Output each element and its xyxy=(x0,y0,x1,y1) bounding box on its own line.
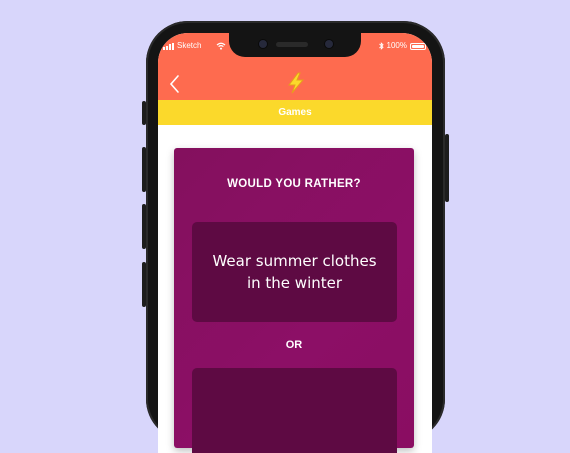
earpiece-speaker xyxy=(276,42,308,47)
status-left: Sketch xyxy=(163,39,226,53)
would-you-rather-card: WOULD YOU RATHER? Wear summer clothes in… xyxy=(174,148,414,453)
bluetooth-icon xyxy=(378,42,384,50)
status-right: 100% xyxy=(378,39,426,53)
camera-notch xyxy=(229,33,361,57)
option-a-text: Wear summer clothes in the winter xyxy=(212,252,377,292)
or-divider: OR xyxy=(285,339,303,351)
tab-games-label: Games xyxy=(278,107,312,118)
tab-games[interactable]: Games xyxy=(158,100,432,125)
signal-icon xyxy=(163,42,174,50)
front-camera-icon xyxy=(259,40,267,48)
volume-up-button xyxy=(142,147,146,192)
mute-switch xyxy=(142,101,146,125)
lightning-bolt-icon xyxy=(288,72,305,94)
battery-percent: 100% xyxy=(386,41,407,50)
wifi-icon xyxy=(217,42,226,50)
phone-screen: Sketch 100% Games WOULD YOU RATHER? Wear… xyxy=(158,33,432,453)
sensor-icon xyxy=(325,40,333,48)
volume-extra-button xyxy=(142,262,146,307)
app-header: Sketch 100% xyxy=(158,33,432,100)
option-a-button[interactable]: Wear summer clothes in the winter xyxy=(192,222,397,322)
option-b-button[interactable] xyxy=(192,368,397,453)
battery-icon xyxy=(410,42,426,50)
chevron-left-icon xyxy=(169,75,179,93)
card-title: WOULD YOU RATHER? xyxy=(227,178,361,190)
back-button[interactable] xyxy=(166,73,186,95)
main-content: WOULD YOU RATHER? Wear summer clothes in… xyxy=(158,125,432,453)
volume-down-button xyxy=(142,204,146,249)
carrier-label: Sketch xyxy=(177,41,202,50)
power-button xyxy=(445,134,449,202)
